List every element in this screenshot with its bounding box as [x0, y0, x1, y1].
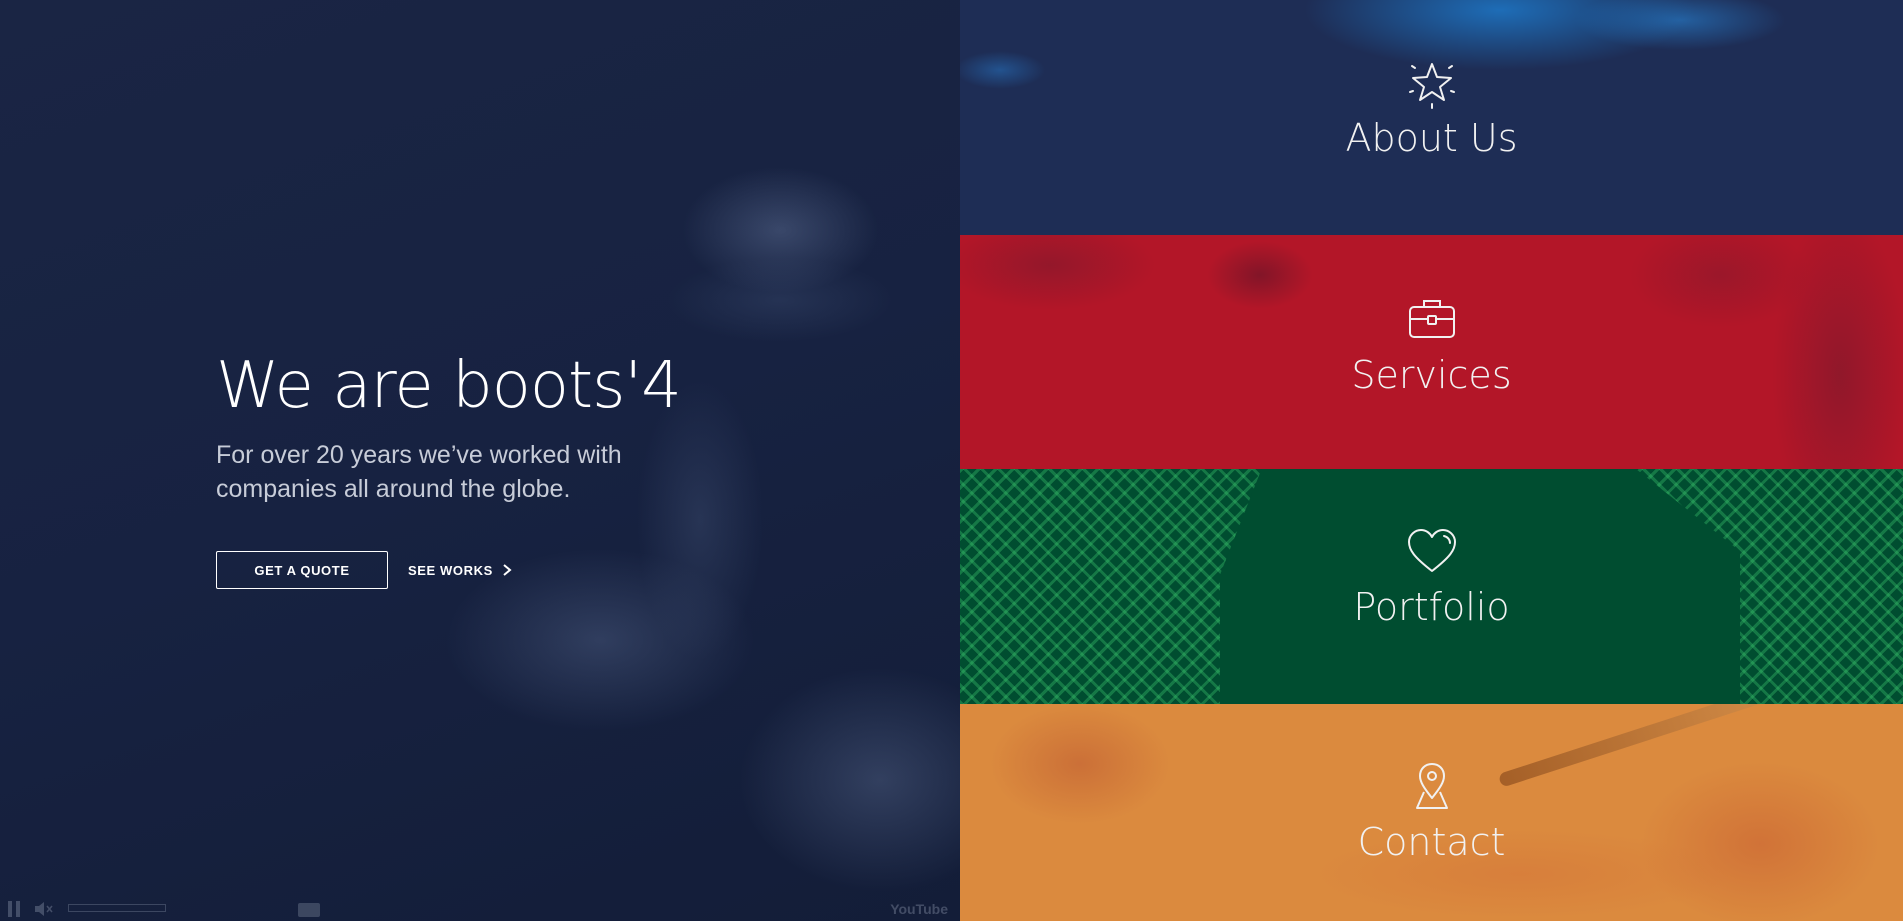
panel-about-us[interactable]: About Us [960, 0, 1903, 235]
hero-subtitle: For over 20 years we’ve worked with comp… [216, 441, 622, 503]
get-a-quote-button[interactable]: GET A QUOTE [216, 551, 388, 589]
briefcase-icon [1408, 300, 1455, 338]
see-works-link[interactable]: SEE WORKS [408, 563, 513, 578]
star-icon [1408, 63, 1455, 109]
hero-content: We are boots'4 For over 20 years we’ve w… [216, 346, 776, 506]
panel-contact[interactable]: Contact [960, 704, 1903, 921]
volume-slider[interactable] [68, 904, 166, 912]
panel-portfolio[interactable]: Portfolio [960, 469, 1903, 704]
youtube-logo[interactable]: YouTube [890, 901, 948, 917]
heart-icon [1407, 529, 1456, 572]
chevron-right-icon [503, 564, 512, 576]
hero-section: We are boots'4 For over 20 years we’ve w… [0, 0, 960, 921]
captions-icon[interactable] [298, 903, 320, 917]
volume-icon[interactable] [34, 901, 54, 917]
panel-services[interactable]: Services [960, 235, 1903, 469]
panel-services-label: Services [1351, 353, 1512, 397]
map-pin-icon [1415, 763, 1448, 809]
video-controls: YouTube [0, 895, 960, 921]
panel-contact-label: Contact [1357, 820, 1506, 864]
see-works-label: SEE WORKS [408, 562, 493, 578]
panel-about-us-label: About Us [1345, 116, 1518, 160]
panel-portfolio-label: Portfolio [1353, 585, 1510, 629]
hero-actions: GET A QUOTE SEE WORKS [216, 551, 513, 589]
section-panels: About Us Services Portfolio Contact [960, 0, 1903, 921]
hero-title: We are boots'4 [216, 349, 682, 423]
pause-icon[interactable] [8, 901, 20, 917]
